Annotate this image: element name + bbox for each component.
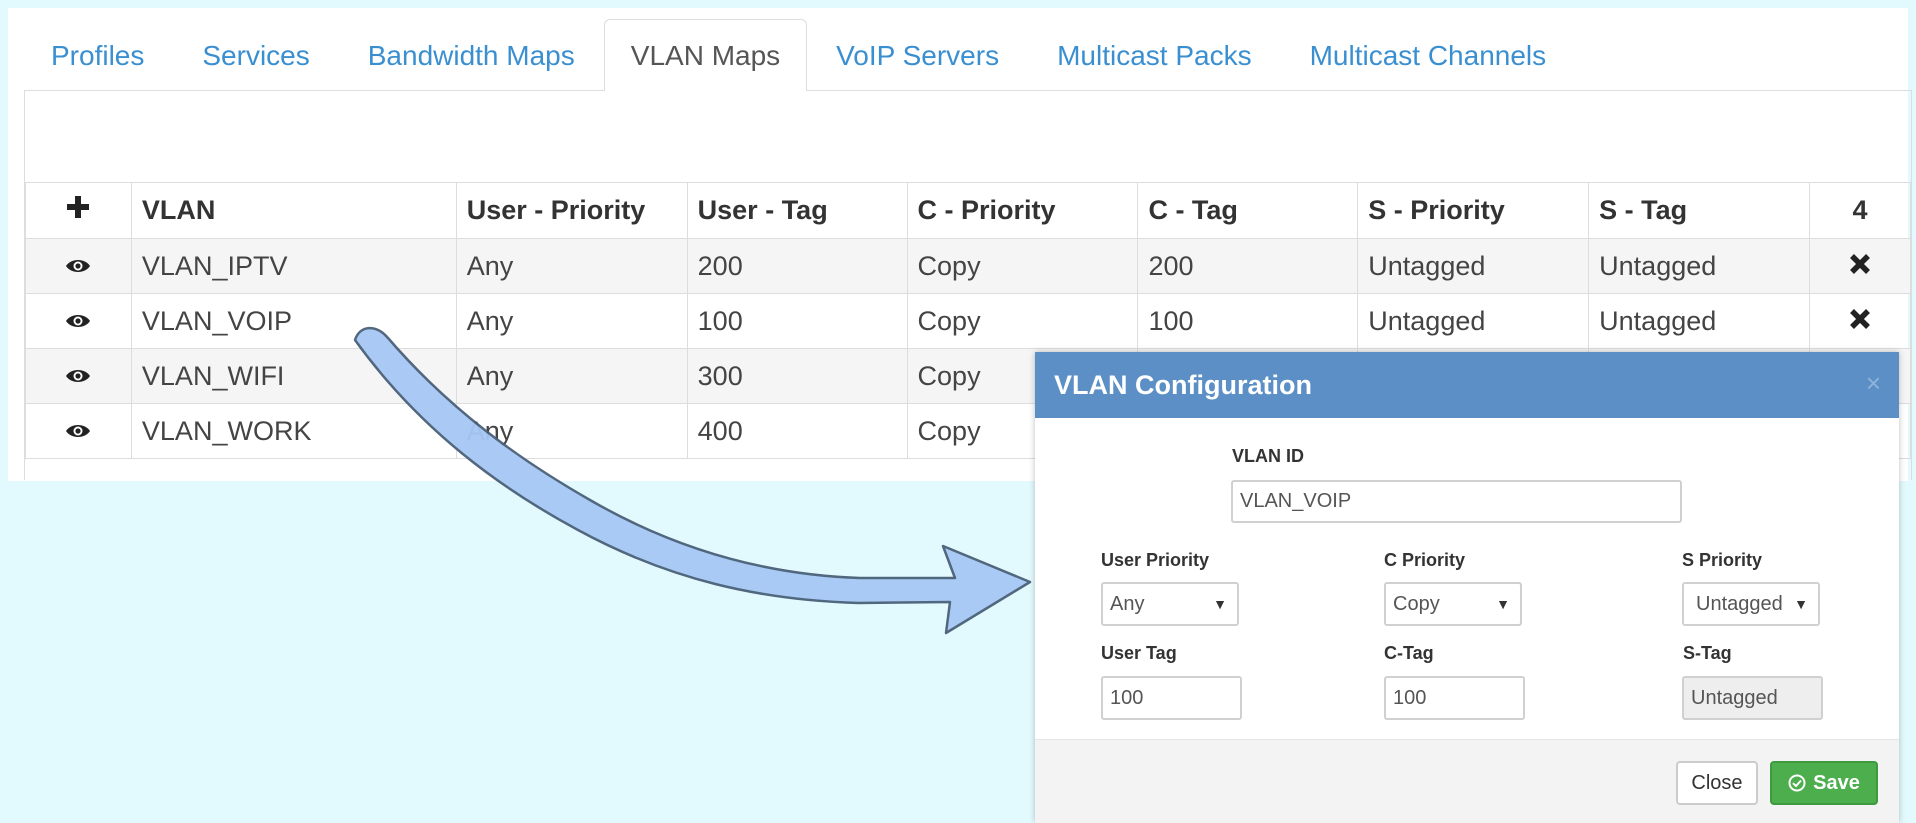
tab-bar: Profiles Services Bandwidth Maps VLAN Ma…	[24, 18, 1912, 91]
cell-s-tag: Untagged	[1588, 293, 1811, 349]
view-button[interactable]	[25, 293, 132, 349]
s-priority-value: Untagged	[1696, 592, 1783, 615]
cell-c-tag: 200	[1137, 238, 1359, 294]
table-header-row: VLAN User - Priority User - Tag C - Prio…	[25, 182, 1911, 239]
cell-c-tag: 100	[1137, 293, 1359, 349]
delete-button[interactable]	[1809, 238, 1911, 294]
vlan-configuration-dialog: VLAN Configuration × VLAN ID VLAN_VOIP U…	[1035, 352, 1899, 823]
tab-voip-servers[interactable]: VoIP Servers	[807, 19, 1028, 91]
tab-vlan-maps[interactable]: VLAN Maps	[603, 19, 808, 91]
cell-user-tag: 300	[686, 348, 908, 404]
tab-bandwidth-maps[interactable]: Bandwidth Maps	[339, 19, 604, 91]
user-tag-label: User Tag	[1101, 643, 1177, 663]
column-header-s-tag[interactable]: S - Tag	[1588, 182, 1811, 239]
user-tag-value: 100	[1110, 686, 1144, 709]
tab-multicast-channels[interactable]: Multicast Channels	[1281, 19, 1576, 91]
close-icon[interactable]: ×	[1866, 370, 1881, 396]
column-header-s-priority[interactable]: S - Priority	[1357, 182, 1590, 239]
cell-s-priority: Untagged	[1357, 293, 1590, 349]
cell-s-priority: Untagged	[1357, 238, 1590, 294]
x-icon	[1850, 308, 1870, 329]
cell-c-priority: Copy	[906, 293, 1139, 349]
user-priority-label: User Priority	[1101, 550, 1210, 570]
column-header-c-tag[interactable]: C - Tag	[1137, 182, 1359, 239]
cell-c-priority: Copy	[906, 238, 1139, 294]
c-priority-label: C Priority	[1384, 550, 1466, 570]
c-priority-select[interactable]: Copy ▼	[1384, 582, 1522, 626]
eye-icon	[66, 424, 91, 437]
vlan-id-value: VLAN_VOIP	[1240, 490, 1352, 512]
chevron-down-icon: ▼	[1496, 596, 1510, 612]
cell-user-priority: Any	[455, 293, 688, 349]
view-button[interactable]	[25, 348, 132, 404]
save-label: Save	[1813, 771, 1860, 794]
plus-icon	[67, 196, 90, 218]
cell-user-priority: Any	[455, 238, 688, 294]
table-row: VLAN_VOIP Any 100 Copy 100 Untagged Unta…	[25, 293, 1911, 349]
user-tag-input[interactable]: 100	[1101, 676, 1242, 720]
column-header-vlan[interactable]: VLAN	[130, 182, 457, 239]
close-button[interactable]: Close	[1676, 761, 1758, 805]
table-row: VLAN_IPTV Any 200 Copy 200 Untagged Unta…	[25, 238, 1911, 294]
cell-user-tag: 400	[686, 403, 908, 459]
cell-vlan: VLAN_WORK	[130, 403, 457, 459]
cell-vlan: VLAN_VOIP	[130, 293, 457, 349]
eye-icon	[66, 259, 91, 272]
cell-vlan: VLAN_IPTV	[130, 238, 457, 294]
cell-vlan: VLAN_WIFI	[130, 348, 457, 404]
s-tag-input: Untagged	[1682, 676, 1823, 720]
eye-icon	[66, 314, 91, 327]
vlan-id-input[interactable]: VLAN_VOIP	[1231, 480, 1682, 523]
cell-s-tag: Untagged	[1588, 238, 1811, 294]
tab-services[interactable]: Services	[173, 19, 338, 91]
s-priority-label: S Priority	[1682, 550, 1763, 570]
eye-icon	[66, 369, 91, 382]
cell-user-priority: Any	[455, 348, 688, 404]
cell-user-tag: 200	[686, 238, 908, 294]
dialog-title: VLAN Configuration	[1054, 369, 1312, 400]
column-header-user-priority[interactable]: User - Priority	[455, 182, 688, 239]
dialog-header: VLAN Configuration	[1035, 352, 1899, 418]
s-tag-label: S-Tag	[1683, 643, 1732, 663]
tab-profiles[interactable]: Profiles	[24, 19, 173, 91]
s-tag-value: Untagged	[1691, 686, 1778, 709]
column-header-c-priority[interactable]: C - Priority	[906, 182, 1139, 239]
delete-button[interactable]	[1809, 293, 1911, 349]
user-priority-value: Any	[1110, 592, 1145, 615]
view-button[interactable]	[25, 403, 132, 459]
s-priority-select[interactable]: Untagged ▼	[1682, 582, 1820, 626]
add-vlan-button[interactable]	[25, 182, 132, 239]
x-icon	[1850, 253, 1870, 274]
check-circle-icon	[1788, 774, 1806, 792]
view-button[interactable]	[25, 238, 132, 294]
chevron-down-icon: ▼	[1213, 596, 1227, 612]
cell-user-priority: Any	[455, 403, 688, 459]
column-header-user-tag[interactable]: User - Tag	[686, 182, 908, 239]
c-tag-input[interactable]: 100	[1384, 676, 1525, 720]
chevron-down-icon: ▼	[1794, 596, 1808, 612]
save-button[interactable]: Save	[1770, 761, 1878, 805]
row-count: 4	[1809, 182, 1911, 239]
tab-multicast-packs[interactable]: Multicast Packs	[1028, 19, 1281, 91]
cell-user-tag: 100	[686, 293, 908, 349]
c-tag-label: C-Tag	[1384, 643, 1434, 663]
user-priority-select[interactable]: Any ▼	[1101, 582, 1239, 626]
c-priority-value: Copy	[1393, 592, 1440, 615]
c-tag-value: 100	[1393, 686, 1427, 709]
vlan-id-label: VLAN ID	[1232, 446, 1304, 466]
